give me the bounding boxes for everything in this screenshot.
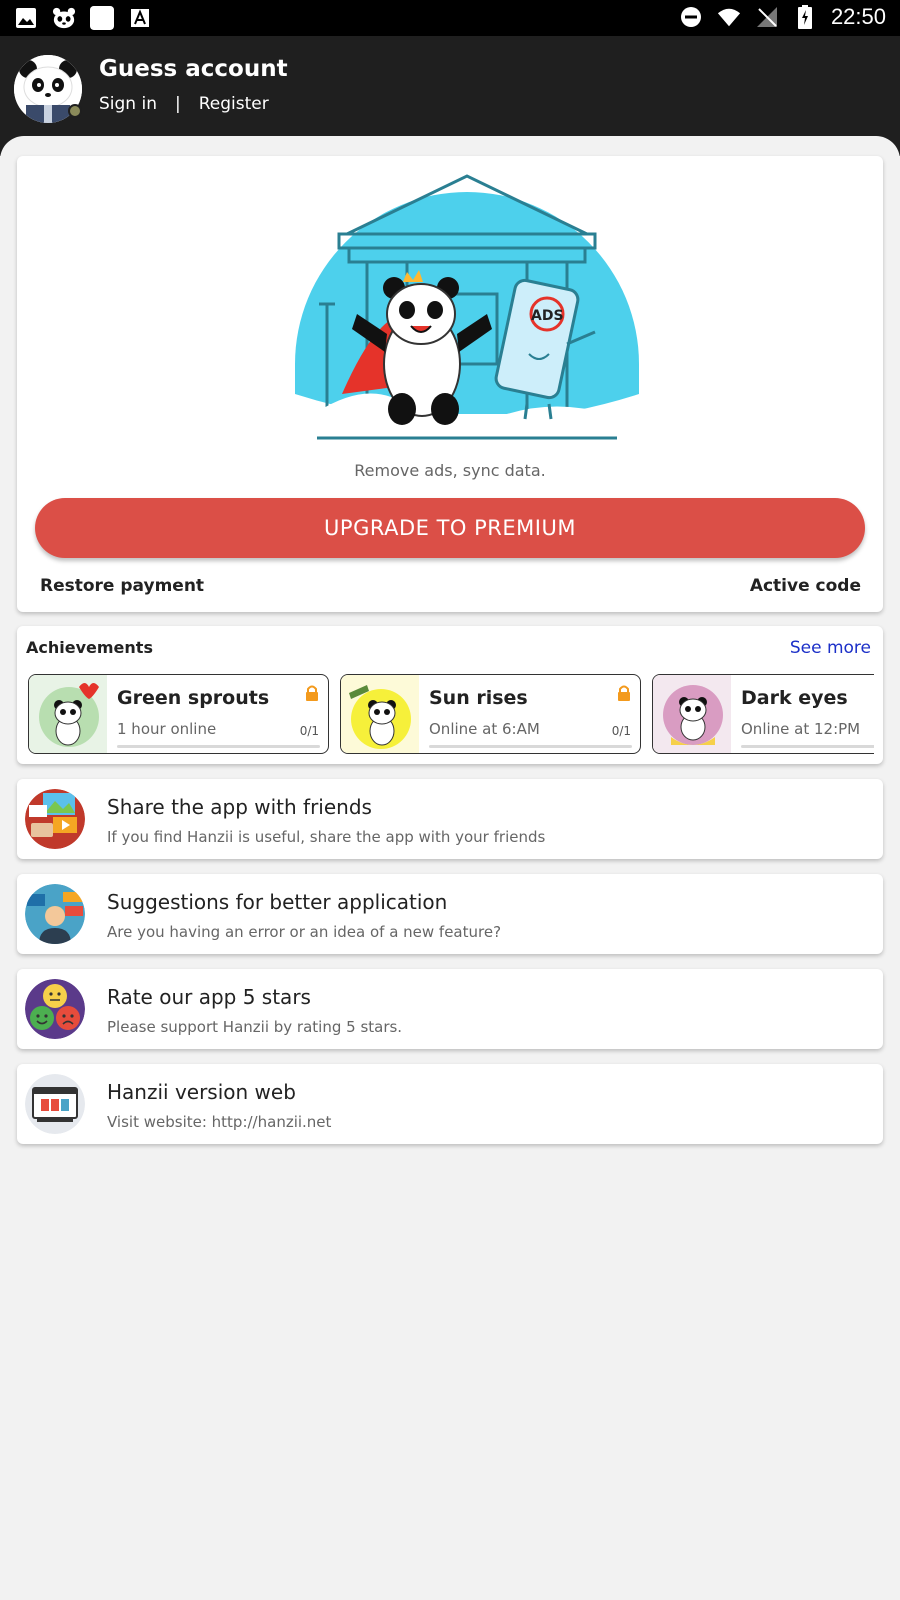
- lock-icon: [618, 685, 630, 701]
- premium-caption: Remove ads, sync data.: [354, 461, 546, 480]
- achievement-name: Green sprouts: [117, 687, 270, 709]
- achievement-item[interactable]: Green sprouts 1 hour online 0/1: [28, 674, 329, 754]
- achievements-title: Achievements: [26, 638, 153, 657]
- achievement-thumb: [29, 675, 107, 753]
- panda-sprout-icon: [39, 683, 99, 747]
- achievement-description: Online at 6:AM: [429, 720, 540, 738]
- rating-faces-icon: [25, 979, 85, 1039]
- premium-illustration: ADS: [295, 174, 639, 440]
- web-version-item[interactable]: Hanzii version web Visit website: http:/…: [17, 1064, 883, 1144]
- sign-in-link[interactable]: Sign in: [99, 94, 157, 114]
- menu-subtitle: Are you having an error or an idea of a …: [107, 923, 502, 941]
- no-signal-icon: [755, 5, 779, 29]
- achievement-progress-bar: [429, 745, 632, 748]
- feedback-icon: [25, 884, 85, 944]
- see-more-link[interactable]: See more: [790, 638, 871, 658]
- achievement-progress-bar: [741, 745, 874, 748]
- suggestions-item[interactable]: Suggestions for better application Are y…: [17, 874, 883, 954]
- achievement-item[interactable]: Dark eyes Online at 12:PM: [652, 674, 874, 754]
- browser-icon: [25, 1074, 85, 1134]
- clock: 22:50: [830, 4, 886, 29]
- panda-icon: [52, 6, 76, 30]
- achievement-name: Dark eyes: [741, 687, 848, 709]
- menu-title: Rate our app 5 stars: [107, 985, 311, 1009]
- achievements-list[interactable]: Green sprouts 1 hour online 0/1 Sun rise…: [28, 674, 874, 754]
- lock-icon: [306, 685, 318, 701]
- menu-subtitle: Please support Hanzii by rating 5 stars.: [107, 1018, 403, 1036]
- image-icon: [14, 6, 38, 30]
- achievement-item[interactable]: Sun rises Online at 6:AM 0/1: [340, 674, 641, 754]
- achievement-progress-count: 0/1: [299, 724, 319, 738]
- panda-sun-icon: [349, 685, 411, 749]
- achievement-progress-bar: [117, 745, 320, 748]
- menu-title: Share the app with friends: [107, 795, 372, 819]
- battery-charging-icon: [793, 5, 817, 29]
- achievement-name: Sun rises: [429, 687, 528, 709]
- menu-title: Suggestions for better application: [107, 890, 448, 914]
- status-bar: 22:50: [0, 0, 900, 36]
- achievement-thumb: [653, 675, 731, 753]
- achievement-description: Online at 12:PM: [741, 720, 861, 738]
- status-dot: [68, 104, 82, 118]
- wifi-icon: [717, 5, 741, 29]
- rate-app-item[interactable]: Rate our app 5 stars Please support Hanz…: [17, 969, 883, 1049]
- menu-title: Hanzii version web: [107, 1080, 296, 1104]
- achievements-card: Achievements See more Green sprouts 1 ho…: [17, 626, 883, 764]
- ads-label: ADS: [531, 308, 564, 324]
- do-not-disturb-icon: [679, 5, 703, 29]
- share-app-item[interactable]: Share the app with friends If you find H…: [17, 779, 883, 859]
- link-separator: |: [174, 94, 181, 114]
- active-code-button[interactable]: Active code: [750, 576, 861, 596]
- achievement-description: 1 hour online: [117, 720, 217, 738]
- premium-card: ADS Remove ads, sync data. UPGRADE TO PR…: [17, 156, 883, 612]
- panda-moon-icon: [663, 685, 723, 745]
- blank-square-icon: [90, 6, 114, 30]
- font-icon: [128, 6, 152, 30]
- account-title: Guess account: [99, 56, 288, 82]
- share-icon: [25, 789, 85, 849]
- menu-subtitle: Visit website: http://hanzii.net: [107, 1113, 332, 1131]
- achievement-progress-count: 0/1: [611, 724, 631, 738]
- register-link[interactable]: Register: [199, 94, 269, 114]
- upgrade-premium-button[interactable]: UPGRADE TO PREMIUM: [35, 498, 865, 558]
- achievement-thumb: [341, 675, 419, 753]
- restore-payment-button[interactable]: Restore payment: [40, 576, 204, 596]
- menu-subtitle: If you find Hanzii is useful, share the …: [107, 828, 546, 846]
